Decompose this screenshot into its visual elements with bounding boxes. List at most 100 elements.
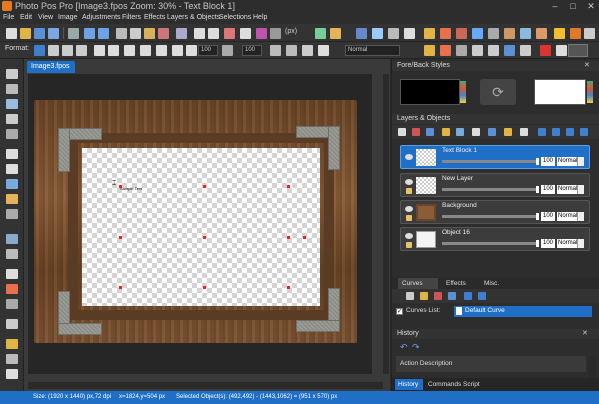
- back-color-swatch[interactable]: [534, 79, 586, 105]
- layer-blend-select[interactable]: Normal: [557, 185, 577, 194]
- curves-list-selected[interactable]: Default Curve: [454, 306, 592, 317]
- undo-icon[interactable]: [84, 28, 95, 39]
- outline-icon[interactable]: [172, 45, 183, 56]
- blend-mode-select[interactable]: Normal: [345, 45, 400, 56]
- antialias-icon[interactable]: [286, 45, 297, 56]
- selection-handle[interactable]: [119, 185, 122, 188]
- visibility-eye-icon[interactable]: [405, 179, 413, 185]
- move-bottom-icon[interactable]: [538, 128, 546, 136]
- layer-blend-select[interactable]: Normal: [557, 212, 577, 221]
- curve-save-icon[interactable]: [406, 292, 414, 300]
- frame-effect-icon[interactable]: [536, 28, 547, 39]
- speech-bubble-tool-icon[interactable]: [6, 369, 18, 379]
- selection-handle[interactable]: [119, 286, 122, 289]
- layer-opacity-value[interactable]: 100: [541, 239, 555, 248]
- select-icon[interactable]: [388, 28, 399, 39]
- red-eye-icon[interactable]: [456, 28, 467, 39]
- photo-icon[interactable]: [504, 28, 515, 39]
- visibility-eye-icon[interactable]: [405, 206, 413, 212]
- pan-tool-icon[interactable]: [6, 99, 18, 109]
- smudge-tool-icon[interactable]: [6, 249, 18, 259]
- commit-icon[interactable]: [556, 45, 567, 56]
- transform-icon[interactable]: [404, 28, 415, 39]
- layer-opacity-slider[interactable]: [442, 188, 538, 191]
- tolerance-icon[interactable]: [270, 45, 281, 56]
- gradient-tool-icon[interactable]: [6, 299, 18, 309]
- help-icon[interactable]: [584, 28, 595, 39]
- blend-dropdown-icon[interactable]: [577, 185, 584, 194]
- selection-handle[interactable]: [203, 286, 206, 289]
- layer-row-background[interactable]: Background 100 Normal: [400, 200, 590, 224]
- frame-icon[interactable]: [208, 28, 219, 39]
- mode-icon[interactable]: [302, 45, 313, 56]
- zoom-tool-icon[interactable]: [6, 84, 18, 94]
- curves-checkbox[interactable]: ✓: [396, 308, 403, 315]
- menu-help[interactable]: Help: [253, 12, 267, 24]
- curve-copy-icon[interactable]: [448, 292, 456, 300]
- menu-file[interactable]: File: [3, 12, 14, 24]
- layer-mask-icon[interactable]: [472, 128, 480, 136]
- text-block-preview[interactable]: Sample Text: [120, 186, 142, 191]
- curve-delete-icon[interactable]: [434, 292, 442, 300]
- menu-selections[interactable]: Selections: [219, 12, 251, 24]
- justify-icon[interactable]: [76, 45, 87, 56]
- layer-row-object-16[interactable]: Object 16 100 Normal: [400, 227, 590, 251]
- menu-view[interactable]: View: [38, 12, 53, 24]
- opacity-field-2[interactable]: 100: [242, 45, 262, 56]
- layer-props-icon[interactable]: [442, 128, 450, 136]
- blend-dropdown-icon[interactable]: [577, 239, 584, 248]
- paste-icon[interactable]: [144, 28, 155, 39]
- fill-tool-icon[interactable]: [6, 284, 18, 294]
- history-undo-icon[interactable]: ↶: [400, 342, 408, 353]
- arrange-icon[interactable]: [520, 45, 531, 56]
- layer-opacity-value[interactable]: 100: [541, 212, 555, 221]
- layout-icon[interactable]: [240, 28, 251, 39]
- lock-icon[interactable]: [406, 188, 412, 194]
- lasso-icon[interactable]: [356, 28, 367, 39]
- selection-handle[interactable]: [287, 286, 290, 289]
- transform-tool-icon[interactable]: [6, 129, 18, 139]
- arrow-tool-icon[interactable]: [6, 114, 18, 124]
- flatten-icon[interactable]: [520, 128, 528, 136]
- history-redo-icon[interactable]: ↷: [412, 342, 420, 353]
- eraser-tool-icon[interactable]: [6, 269, 18, 279]
- wand-tool-icon[interactable]: [6, 179, 18, 189]
- blend-dropdown-icon[interactable]: [577, 212, 584, 221]
- swap-colors-icon[interactable]: ⟳: [480, 79, 516, 105]
- move-top-icon[interactable]: [580, 128, 588, 136]
- italic-icon[interactable]: [108, 45, 119, 56]
- menu-adjustments[interactable]: Adjustments: [82, 12, 121, 24]
- clone-tool-icon[interactable]: [6, 234, 18, 244]
- fore-color-swatch[interactable]: [400, 79, 460, 105]
- red-stripe-icon[interactable]: [224, 28, 235, 39]
- menu-layers-objects[interactable]: Layers & Objects: [167, 12, 220, 24]
- rect-select-icon[interactable]: [6, 149, 18, 159]
- group-icon[interactable]: [472, 45, 483, 56]
- panel-pin-icon[interactable]: ✕: [584, 61, 590, 69]
- text-color-icon[interactable]: [140, 45, 151, 56]
- color-icon[interactable]: [440, 28, 451, 39]
- lock-icon[interactable]: [406, 242, 412, 248]
- texture-icon[interactable]: [318, 45, 329, 56]
- shape-tool-icon[interactable]: [6, 354, 18, 364]
- ungroup-icon[interactable]: [488, 45, 499, 56]
- palette-icon[interactable]: [424, 28, 435, 39]
- cancel-icon[interactable]: [540, 45, 551, 56]
- tab-curves[interactable]: Curves: [398, 278, 438, 289]
- merge-down-icon[interactable]: [488, 128, 496, 136]
- selection-handle[interactable]: [287, 185, 290, 188]
- layer-opacity-value[interactable]: 100: [541, 185, 555, 194]
- lasso-tool-icon[interactable]: [6, 164, 18, 174]
- close-button[interactable]: ✕: [583, 0, 599, 12]
- menu-edit[interactable]: Edit: [20, 12, 32, 24]
- history-close-icon[interactable]: ✕: [582, 329, 588, 337]
- menu-filters[interactable]: Filters: [122, 12, 141, 24]
- move-up-icon[interactable]: [566, 128, 574, 136]
- layer-effect-icon[interactable]: [456, 128, 464, 136]
- cut-icon[interactable]: [116, 28, 127, 39]
- selection-handle[interactable]: [203, 185, 206, 188]
- layer-opacity-slider[interactable]: [442, 215, 538, 218]
- layer-blend-select[interactable]: Normal: [557, 157, 577, 166]
- tab-misc[interactable]: Misc.: [480, 278, 499, 289]
- curve-down-icon[interactable]: [464, 292, 472, 300]
